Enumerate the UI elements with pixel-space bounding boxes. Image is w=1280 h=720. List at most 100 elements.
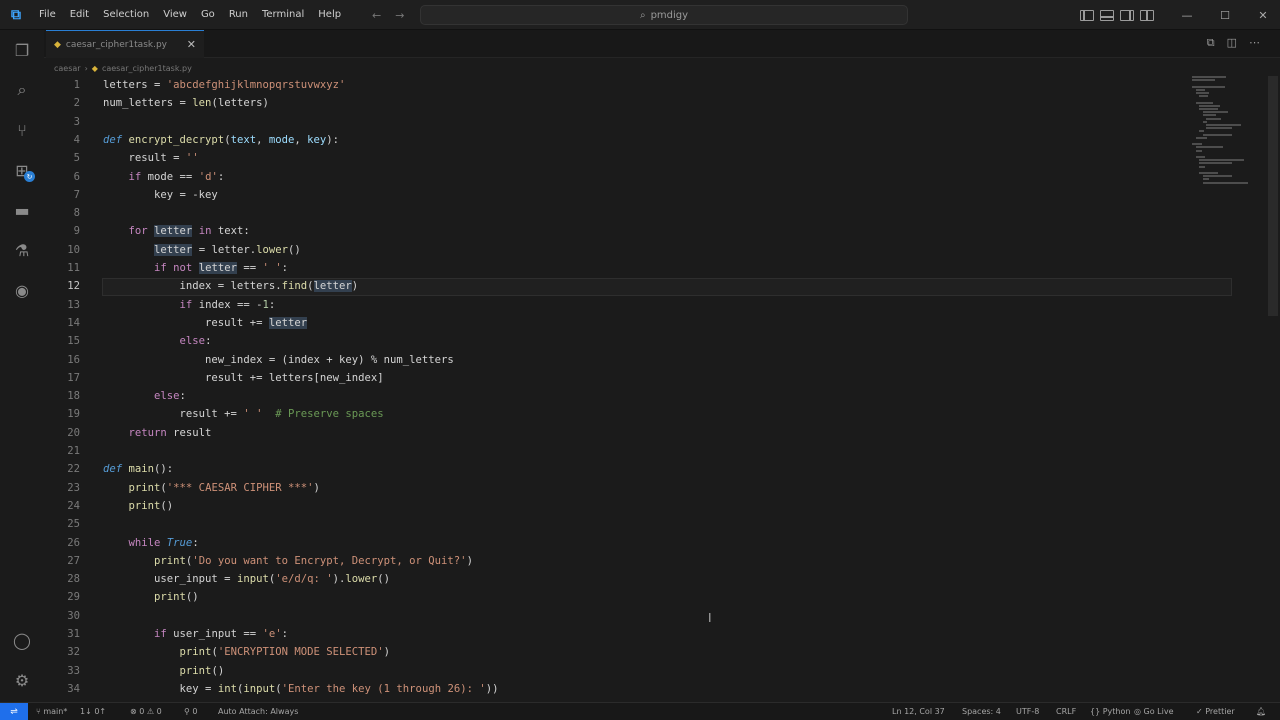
toggle-secondary-sidebar-icon[interactable] (1120, 9, 1134, 21)
open-changes-icon[interactable]: ⧉ (1207, 36, 1215, 50)
minimize-icon[interactable]: — (1168, 0, 1206, 30)
code-line[interactable]: 11 if not letter == ' ': (44, 259, 1184, 277)
code-token: if (154, 628, 174, 640)
language-mode[interactable]: {} Python (1090, 703, 1130, 720)
auto-attach-status[interactable]: Auto Attach: Always (218, 703, 298, 720)
settings-gear-icon[interactable]: ⚙ (8, 666, 36, 694)
menu-item-help[interactable]: Help (311, 0, 348, 30)
remote-explorer-icon[interactable]: ◉ (8, 276, 36, 304)
code-line[interactable]: 1 letters = 'abcdefghijklmnopqrstuvwxyz' (44, 76, 1184, 94)
code-line[interactable]: 7 key = -key (44, 186, 1184, 204)
code-line[interactable]: 26 while True: (44, 534, 1184, 552)
code-line[interactable]: 32 print('ENCRYPTION MODE SELECTED') (44, 643, 1184, 661)
menu-item-edit[interactable]: Edit (63, 0, 96, 30)
code-line[interactable]: 28 user_input = input('e/d/q: ').lower() (44, 570, 1184, 588)
minimap-line (1195, 146, 1223, 149)
code-text: print('Do you want to Encrypt, Decrypt, … (103, 552, 473, 570)
line-number: 27 (67, 554, 80, 567)
command-center-search[interactable]: ⌕ pmdigy (420, 5, 908, 25)
ports-indicator[interactable]: ⚲ 0 (184, 703, 198, 720)
code-line[interactable]: 24 print() (44, 497, 1184, 515)
minimap[interactable] (1192, 76, 1266, 196)
remote-indicator-icon[interactable]: ⇌ (0, 703, 28, 720)
chevron-right-icon: › (84, 63, 88, 73)
split-editor-icon[interactable]: ◫ (1227, 36, 1237, 50)
encoding[interactable]: UTF-8 (1016, 703, 1039, 720)
code-line[interactable]: 10 letter = letter.lower() (44, 241, 1184, 259)
code-line[interactable]: 4 def encrypt_decrypt(text, mode, key): (44, 131, 1184, 149)
source-control-icon[interactable]: ⑂ (8, 116, 36, 144)
forward-arrow-icon[interactable]: → (395, 9, 404, 22)
menu-item-selection[interactable]: Selection (96, 0, 156, 30)
code-line[interactable]: 2 num_letters = len(letters) (44, 94, 1184, 112)
tab-caesar-cipher[interactable]: ◆ caesar_cipher1task.py ✕ (46, 30, 204, 58)
explorer-icon[interactable]: ❐ (8, 36, 36, 64)
code-line[interactable]: 34 key = int(input('Enter the key (1 thr… (44, 680, 1184, 698)
menu-item-file[interactable]: File (32, 0, 63, 30)
code-line[interactable]: 14 result += letter (44, 314, 1184, 332)
code-line[interactable]: 13 if index == -1: (44, 296, 1184, 314)
vertical-scrollbar[interactable] (1268, 76, 1278, 316)
extensions-icon[interactable]: ⊞ ↻ (8, 156, 36, 184)
code-line[interactable]: 27 print('Do you want to Encrypt, Decryp… (44, 552, 1184, 570)
code-line[interactable]: 8 (44, 204, 1184, 222)
indentation[interactable]: Spaces: 4 (962, 703, 1001, 720)
code-line[interactable]: 30 (44, 607, 1184, 625)
code-token: letters = (103, 79, 167, 91)
code-line[interactable]: 12 index = letters.find(letter) (44, 277, 1184, 295)
code-line[interactable]: 20 return result (44, 424, 1184, 442)
docker-icon[interactable]: ▬ (8, 196, 36, 224)
back-arrow-icon[interactable]: ← (372, 9, 381, 22)
code-text: result += letter (103, 314, 308, 332)
cursor-position[interactable]: Ln 12, Col 37 (892, 703, 945, 720)
code-editor[interactable]: 1 letters = 'abcdefghijklmnopqrstuvwxyz' 2… (44, 76, 1280, 702)
close-tab-icon[interactable]: ✕ (187, 38, 196, 51)
minimap-line (1206, 117, 1221, 120)
code-line[interactable]: 22 def main(): (44, 460, 1184, 478)
testing-icon[interactable]: ⚗ (8, 236, 36, 264)
menu-item-run[interactable]: Run (222, 0, 255, 30)
search-activity-icon[interactable]: ⌕ (8, 76, 36, 104)
more-actions-icon[interactable]: ⋯ (1249, 36, 1260, 50)
breadcrumb-folder[interactable]: caesar (54, 64, 81, 73)
code-line[interactable]: 19 result += ' ' # Preserve spaces (44, 405, 1184, 423)
sync-status[interactable]: 1↓ 0↑ (80, 703, 106, 720)
minimap-line (1202, 178, 1210, 181)
code-line[interactable]: 23 print('*** CAESAR CIPHER ***') (44, 479, 1184, 497)
account-icon[interactable]: ◯ (8, 626, 36, 654)
end-of-line[interactable]: CRLF (1056, 703, 1076, 720)
menu-item-go[interactable]: Go (194, 0, 222, 30)
go-live-button[interactable]: ◎ Go Live (1134, 703, 1174, 720)
code-line[interactable]: 18 else: (44, 387, 1184, 405)
breadcrumb-file[interactable]: caesar_cipher1task.py (102, 64, 192, 73)
toggle-panel-icon[interactable] (1100, 9, 1114, 21)
notifications-bell-icon[interactable]: 🔔︎ (1256, 703, 1266, 720)
code-line[interactable]: 25 (44, 515, 1184, 533)
code-line[interactable]: 3 (44, 113, 1184, 131)
code-line[interactable]: 21 (44, 442, 1184, 460)
minimap-line (1202, 133, 1232, 136)
menu-item-view[interactable]: View (156, 0, 194, 30)
customize-layout-icon[interactable] (1140, 9, 1154, 21)
code-line[interactable]: 15 else: (44, 332, 1184, 350)
code-line[interactable]: 9 for letter in text: (44, 222, 1184, 240)
code-line[interactable]: 6 if mode == 'd': (44, 168, 1184, 186)
code-line[interactable]: 17 result += letters[new_index] (44, 369, 1184, 387)
branch-indicator[interactable]: ⑂ main* (36, 703, 67, 720)
close-window-icon[interactable]: ✕ (1244, 0, 1280, 30)
code-token: result (173, 426, 212, 439)
prettier-status[interactable]: ✓ Prettier (1196, 703, 1235, 720)
code-line[interactable]: 16 new_index = (index + key) % num_lette… (44, 351, 1184, 369)
code-token: main (128, 463, 155, 476)
code-line[interactable]: 31 if user_input == 'e': (44, 625, 1184, 643)
code-token: == (236, 262, 263, 274)
code-line[interactable]: 5 result = '' (44, 149, 1184, 167)
menu-item-terminal[interactable]: Terminal (255, 0, 311, 30)
code-line[interactable]: 33 print() (44, 662, 1184, 680)
code-line[interactable]: 29 print() (44, 588, 1184, 606)
toggle-sidebar-icon[interactable] (1080, 9, 1094, 21)
code-token: text: (217, 225, 250, 238)
maximize-icon[interactable]: ☐ (1206, 0, 1244, 30)
problems-indicator[interactable]: ⊗ 0 ⚠ 0 (130, 703, 162, 720)
